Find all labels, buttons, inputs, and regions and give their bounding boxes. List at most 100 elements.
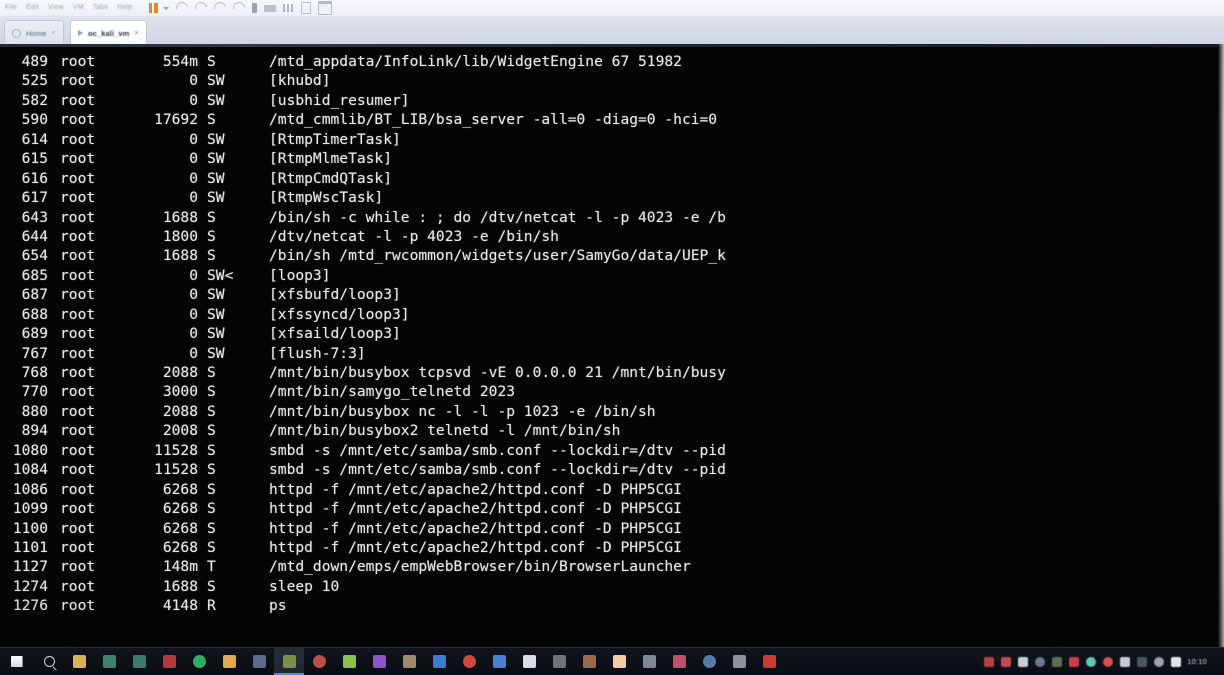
process-vsz: 6268 [162,538,198,556]
tab-oc-kali-vm[interactable]: oc_kali_vm × [70,20,147,44]
clock[interactable]: 10:10 [1184,648,1212,675]
process-pid: 615 [21,150,48,168]
process-vsz: 4148 [162,597,198,615]
menu-vm[interactable]: VM [73,0,84,16]
process-stat: SW< [207,266,234,284]
process-pid: 525 [21,72,48,90]
process-pid: 894 [21,422,48,440]
taskbar-item[interactable] [454,648,484,675]
menu-tabs[interactable]: Tabs [93,0,109,16]
taskbar-item[interactable] [604,648,634,675]
process-row: 894 root 2008 S/mnt/bin/busybox2 telnetd -l… [0,421,1224,440]
process-row: 687 root 0 SW [xfsbufd/loop3] [0,285,1224,304]
menu-help[interactable]: Help [117,0,132,16]
tray-item[interactable] [1014,648,1031,675]
taskbar-item[interactable] [664,648,694,675]
process-user: root [60,461,96,479]
pause-icon[interactable] [148,3,158,13]
taskbar-item[interactable] [574,648,604,675]
app-icon-16 [672,655,686,668]
taskbar-item[interactable] [64,648,94,675]
process-command: [xfsbufd/loop3] [269,286,401,304]
taskbar-item[interactable] [514,648,544,675]
tray-item[interactable] [1031,648,1048,675]
taskbar-item[interactable] [424,648,454,675]
tray-item[interactable] [1133,648,1150,675]
menu-edit[interactable]: Edit [26,0,39,16]
process-command: ps [269,597,287,615]
process-pid: 614 [21,130,48,148]
start-button[interactable] [0,648,34,675]
taskbar-item[interactable] [184,648,214,675]
snapshot-revert-icon[interactable] [230,0,247,17]
terminal-output[interactable]: 489 root 554m S/mtd_appdata/InfoLink/lib/Wi… [0,47,1224,648]
process-row: 767 root 0 SW [flush-7:3] [0,344,1224,363]
taskbar-item[interactable] [754,648,784,675]
close-icon[interactable]: × [51,30,55,37]
process-row: 1127 root 148m T/mtd_down/emps/empWebBrowse… [0,557,1224,576]
snapshot-manager-icon[interactable] [263,4,276,12]
taskbar-item[interactable] [634,648,664,675]
taskbar-item[interactable] [484,648,514,675]
tray-item[interactable] [1116,648,1133,675]
fullscreen-icon[interactable] [317,1,332,15]
tray-item[interactable] [1099,648,1116,675]
tray-item[interactable] [980,648,997,675]
reset-icon[interactable] [211,0,228,17]
process-stat: SW [207,344,225,362]
process-row: 614 root 0 SW [RtmpTimerTask] [0,130,1224,149]
process-stat: S [207,364,216,381]
tray-item[interactable] [1082,648,1099,675]
taskbar-item[interactable] [334,648,364,675]
process-vsz: 554m [162,53,198,70]
process-stat: S [207,519,216,537]
taskbar-item[interactable] [124,648,154,675]
close-icon[interactable]: × [134,30,138,37]
taskbar-item[interactable] [364,648,394,675]
tab-home[interactable]: Home × [4,20,64,44]
process-vsz: 11528 [154,441,198,459]
taskbar-item[interactable] [244,648,274,675]
tray-icon-7 [1085,656,1096,667]
show-desktop-button[interactable] [1212,648,1220,675]
process-pid: 1276 [12,597,48,615]
process-vsz: 17692 [154,111,198,129]
tray-item[interactable] [997,648,1014,675]
process-vsz: 11528 [154,461,198,479]
console-view-icon[interactable] [300,2,311,14]
process-user: root [60,344,96,362]
process-command: /dtv/netcat -l -p 4023 -e /bin/sh [269,227,559,245]
taskbar-item[interactable] [94,648,124,675]
tray-item[interactable] [1048,648,1065,675]
menu-file[interactable]: File [5,0,17,16]
taskbar-item[interactable] [304,648,334,675]
process-row: 643 root 1688 S/bin/sh -c while : ; do /dtv… [0,208,1224,227]
taskbar-item[interactable] [544,648,574,675]
suspend-icon[interactable] [192,0,209,17]
process-command: /mnt/bin/busybox tcpsvd -vE 0.0.0.0 21 /… [269,364,726,381]
app-icon-10 [492,655,506,668]
process-row: 1274 root 1688 Ssleep 10 [0,577,1224,596]
taskbar-item[interactable] [214,648,244,675]
unity-icon[interactable] [282,4,294,12]
snapshot-icon[interactable] [251,3,257,13]
taskbar-item[interactable] [154,648,184,675]
system-tray: 10:10 [980,648,1224,675]
vm-guest-screen[interactable]: 489 root 554m S/mtd_appdata/InfoLink/lib/Wi… [0,44,1224,648]
process-command: /mtd_cmmlib/BT_LIB/bsa_server -all=0 -di… [269,111,718,129]
process-user: root [60,111,96,129]
taskbar-item[interactable] [394,648,424,675]
tray-item[interactable] [1167,648,1184,675]
menu-view[interactable]: View [48,0,64,16]
tray-item[interactable] [1150,648,1167,675]
taskbar-item[interactable] [694,648,724,675]
process-pid: 1101 [12,538,48,556]
search-button[interactable] [34,648,64,675]
taskbar-item[interactable] [274,648,304,675]
power-off-icon[interactable] [173,0,190,17]
tray-item[interactable] [1065,648,1082,675]
folder-icon [222,655,236,668]
process-row: 768 root 2088 S/mnt/bin/busybox tcpsvd -vE … [0,363,1224,382]
taskbar-item[interactable] [724,648,754,675]
dropdown-caret-icon[interactable] [162,6,169,10]
